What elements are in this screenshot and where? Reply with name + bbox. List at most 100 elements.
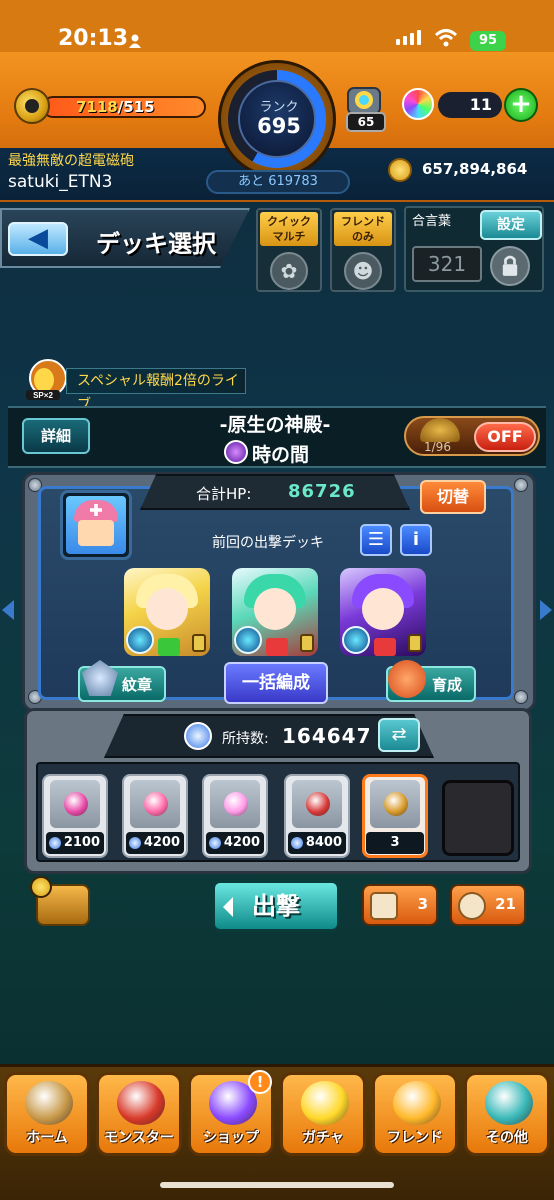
- rank-value: 695: [257, 114, 301, 138]
- nav-gacha[interactable]: ガチャ: [280, 1072, 366, 1156]
- boost-icon: [158, 638, 180, 656]
- nav-label: ショップ: [203, 1130, 259, 1146]
- nav-home[interactable]: ホーム: [4, 1072, 90, 1156]
- friend-only-label: フレンド のみ: [334, 212, 392, 246]
- element-badge-icon: [234, 626, 262, 654]
- person-icon: [129, 34, 141, 48]
- settings-button[interactable]: 設定: [480, 210, 542, 240]
- stamina-max: /515: [117, 98, 155, 116]
- nav-label: モンスター: [104, 1130, 174, 1146]
- gacha-icon: [301, 1081, 349, 1125]
- orb-icon: [402, 88, 434, 120]
- deck-slot-1[interactable]: [124, 568, 210, 656]
- quest-name: -原生の神殿-: [219, 414, 331, 436]
- deck-slot-2[interactable]: [232, 568, 318, 656]
- stamina-icon[interactable]: [14, 88, 50, 124]
- item-slot-5[interactable]: 3: [362, 774, 428, 858]
- prev-deck-arrow-icon[interactable]: [2, 600, 14, 620]
- item-cost-value: 4200: [143, 835, 180, 850]
- nav-label: ホーム: [26, 1130, 68, 1146]
- item-cost-value: 4200: [223, 835, 260, 850]
- quick-multi-label: クイック マルチ: [260, 212, 318, 246]
- info-button[interactable]: i: [400, 524, 432, 556]
- medal-icon: [291, 837, 303, 849]
- dice-icon: [370, 892, 398, 920]
- item-slot-empty[interactable]: [442, 780, 514, 856]
- clock: 20:13: [58, 26, 129, 51]
- battery-indicator: 95: [470, 31, 506, 51]
- friend-icon: [393, 1081, 441, 1125]
- toggle-off-button[interactable]: OFF: [474, 422, 536, 452]
- player-name: satuki_ETN3: [8, 172, 113, 192]
- bulk-edit-button[interactable]: 一括編成: [224, 662, 328, 704]
- special-reward-icon: SP×2: [26, 359, 67, 400]
- quest-detail-button[interactable]: 詳細: [22, 418, 90, 454]
- owned-value: 164647: [282, 724, 372, 748]
- screw-icon: [514, 690, 528, 704]
- screw-icon: [514, 478, 528, 492]
- nav-monster[interactable]: モンスター: [96, 1072, 182, 1156]
- swap-button[interactable]: ⇄: [378, 718, 420, 752]
- rank-badge: ランク 695: [238, 80, 316, 158]
- item-cost: 4200: [126, 832, 184, 854]
- other-icon: [485, 1081, 533, 1125]
- item-slot-3[interactable]: 4200: [202, 774, 268, 858]
- item-slot-4[interactable]: 8400: [284, 774, 350, 858]
- stage-name: 時の間: [252, 444, 310, 466]
- lock-icon[interactable]: [490, 246, 530, 286]
- dice-count: 3: [417, 895, 428, 913]
- hp-value: 86726: [288, 481, 356, 502]
- sortie-button[interactable]: 出撃: [212, 880, 340, 932]
- gem-count: 65: [346, 112, 386, 132]
- multiplayer-icon: ✿: [270, 252, 308, 290]
- switch-button[interactable]: 切替: [420, 480, 486, 514]
- hp-label: 合計HP:: [196, 485, 252, 503]
- crest-label: 紋章: [122, 676, 153, 694]
- item-cost-value: 2100: [63, 835, 100, 850]
- item-cost: 3: [366, 832, 424, 854]
- list-icon: ☰: [367, 529, 385, 550]
- item-cost-value: 8400: [305, 835, 342, 850]
- back-button[interactable]: ◀: [8, 222, 68, 256]
- character-face: [362, 588, 404, 630]
- stamina-current: 7118: [76, 98, 118, 116]
- page-title: デッキ選択: [96, 230, 216, 258]
- quick-multi-button[interactable]: クイック マルチ ✿: [256, 208, 322, 292]
- swap-icon: ⇄: [391, 724, 407, 745]
- coin-icon: [388, 158, 412, 182]
- friend-only-button[interactable]: フレンド のみ ☻: [330, 208, 396, 292]
- item-cost-value: 3: [390, 835, 400, 850]
- hp-strip: [140, 474, 410, 510]
- player-title: 最強無敵の超電磁砲: [8, 153, 134, 169]
- sortie-arrow-icon: [223, 897, 233, 917]
- heart-item-icon: [144, 792, 168, 816]
- nav-label: その他: [486, 1130, 528, 1146]
- item-art: [130, 780, 180, 828]
- friend-only-icon: ☻: [344, 252, 382, 290]
- orb-count: 11: [438, 92, 502, 118]
- coin-count: 657,894,864: [422, 160, 528, 178]
- item-cost: 4200: [206, 832, 264, 854]
- meat-item-icon: [306, 792, 330, 816]
- passcode-value[interactable]: 321: [412, 246, 482, 282]
- list-button[interactable]: ☰: [360, 524, 392, 556]
- medal-icon: [209, 837, 221, 849]
- deck-slot-3[interactable]: [340, 568, 426, 656]
- shop-alert-badge: !: [248, 1070, 272, 1094]
- item-slot-2[interactable]: 4200: [122, 774, 188, 858]
- buy-orbs-button[interactable]: +: [504, 88, 538, 122]
- nav-other[interactable]: その他: [464, 1072, 550, 1156]
- character-face: [254, 588, 296, 630]
- nav-friend[interactable]: フレンド: [372, 1072, 458, 1156]
- dice-badge-button[interactable]: 3: [362, 884, 438, 926]
- next-deck-arrow-icon[interactable]: [540, 600, 552, 620]
- item-slot-1[interactable]: 2100: [42, 774, 108, 858]
- character-face: [146, 588, 188, 630]
- home-indicator: [160, 1182, 394, 1188]
- speed-item-icon: [64, 792, 88, 816]
- cloud-badge-button[interactable]: 21: [450, 884, 526, 926]
- cellular-signal-icon: [396, 30, 421, 45]
- item-art: [292, 780, 342, 828]
- home-icon: [25, 1081, 73, 1125]
- special-reward-banner: スペシャル報酬2倍のライブ: [66, 368, 246, 413]
